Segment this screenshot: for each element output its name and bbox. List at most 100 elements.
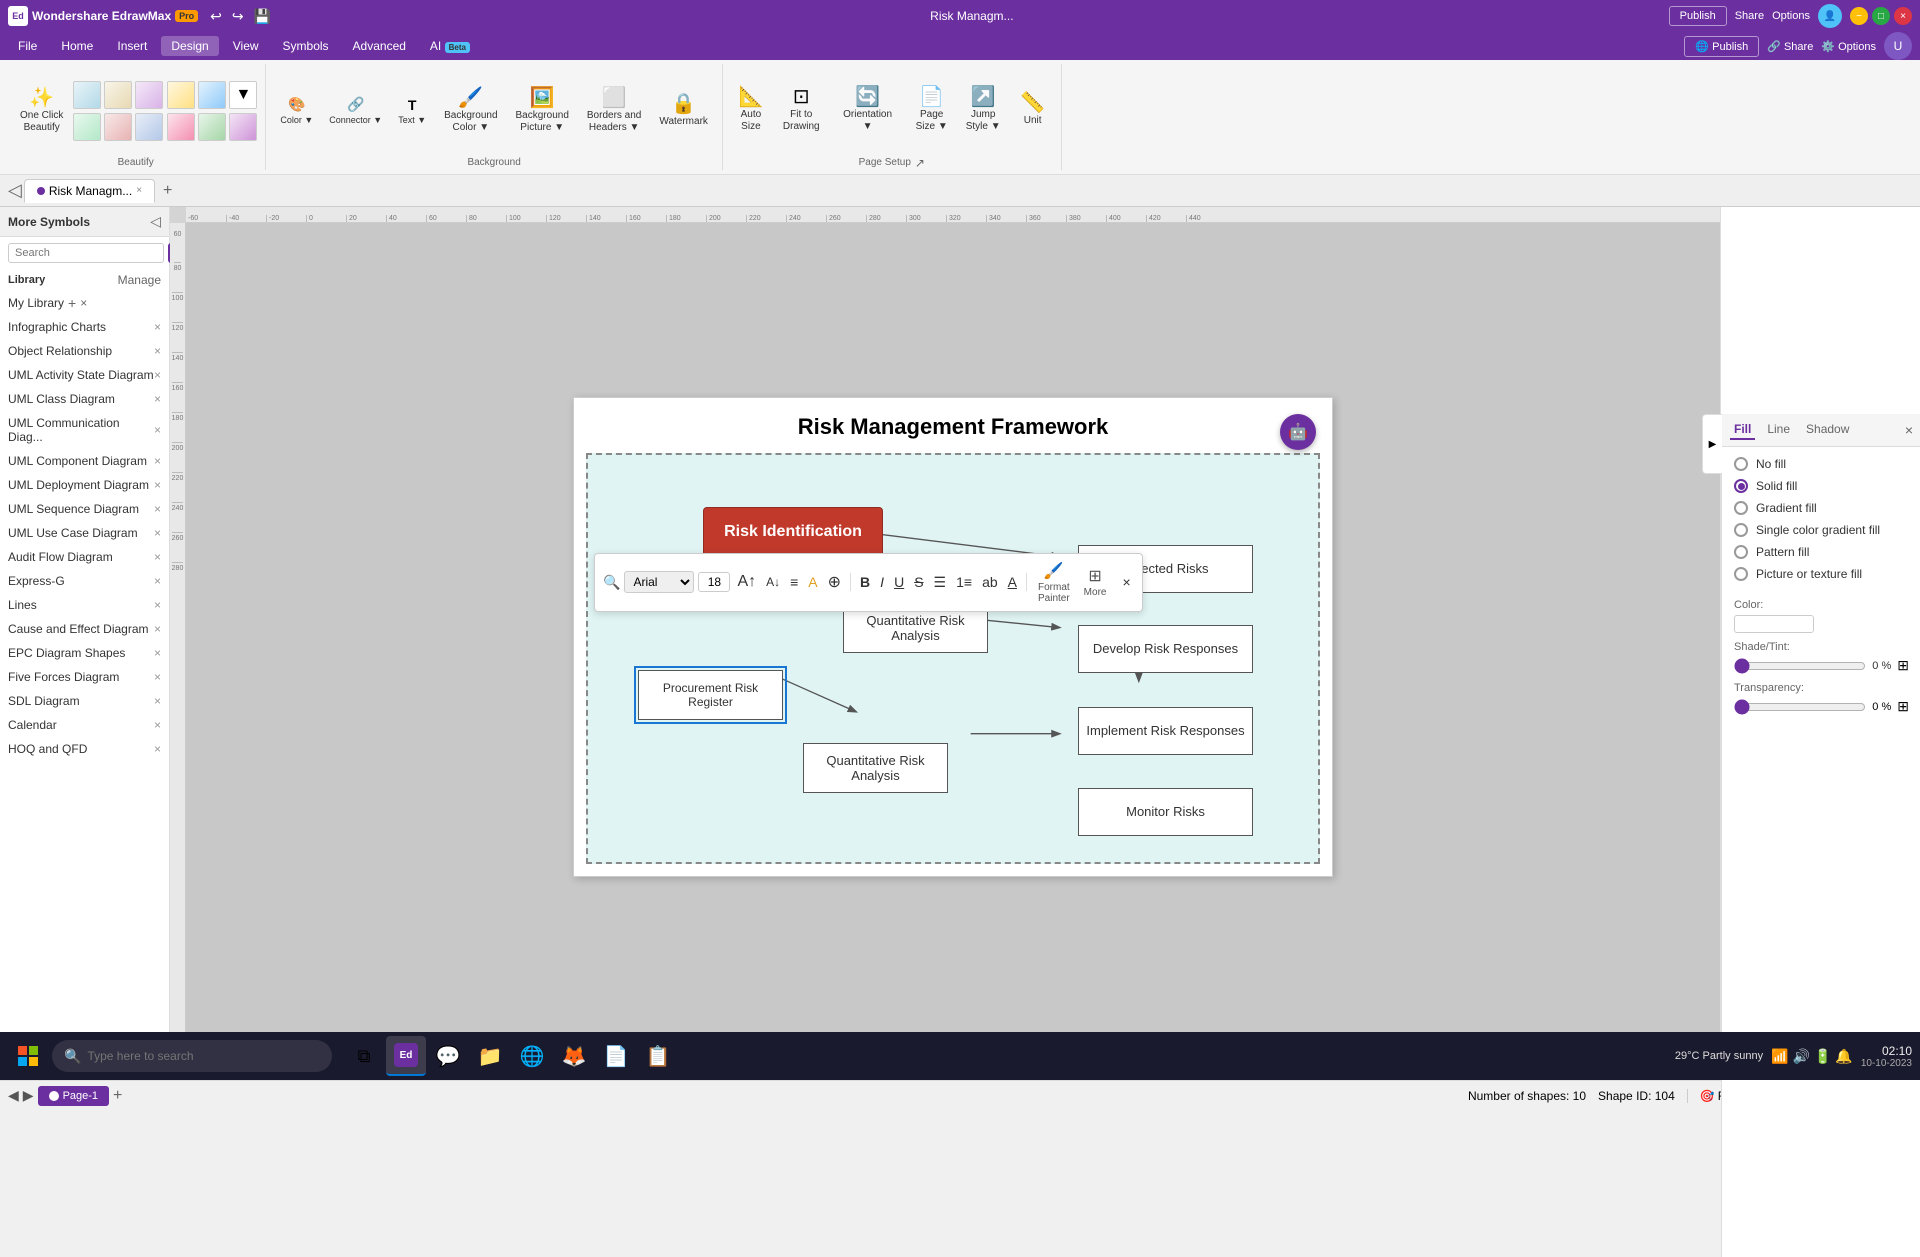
sidebar-item-uml-comp[interactable]: UML Component Diagram × — [0, 449, 169, 473]
ab-button[interactable]: ab — [979, 572, 1001, 592]
add-page-button[interactable]: + — [113, 1087, 122, 1105]
sidebar-item-infographic[interactable]: Infographic Charts × — [0, 315, 169, 339]
color-value-input[interactable] — [1734, 615, 1814, 633]
page-nav-left[interactable]: ◀ — [8, 1087, 19, 1104]
sidebar-item-close[interactable]: × — [154, 598, 161, 612]
taskbar-search-input[interactable] — [87, 1049, 287, 1063]
no-fill-option[interactable]: No fill — [1734, 457, 1909, 471]
sidebar-item-close[interactable]: × — [154, 622, 161, 636]
theme-preset-6[interactable] — [135, 113, 163, 141]
canvas[interactable]: Risk Management Framework — [186, 223, 1720, 1050]
gradient-fill-radio[interactable] — [1734, 501, 1748, 515]
theme-preset-1[interactable] — [73, 81, 101, 109]
no-fill-radio[interactable] — [1734, 457, 1748, 471]
theme-preset-3[interactable] — [135, 81, 163, 109]
start-button[interactable] — [8, 1036, 48, 1076]
fit-to-drawing-button[interactable]: ⊡ Fit toDrawing — [777, 83, 826, 137]
right-panel-close-button[interactable]: × — [1905, 422, 1913, 438]
sidebar-item-hoq[interactable]: HOQ and QFD × — [0, 737, 169, 761]
page-setup-expand[interactable]: ↗ — [915, 156, 925, 170]
minimize-button[interactable]: − — [1850, 7, 1868, 25]
shape-risk-identification[interactable]: Risk Identification — [703, 507, 883, 557]
transparency-expand-button[interactable]: ⊞ — [1897, 698, 1909, 715]
undo-button[interactable]: ↩ — [206, 6, 226, 27]
publish-btn-menu[interactable]: 🌐 Publish — [1684, 36, 1759, 57]
transparency-slider[interactable] — [1734, 699, 1866, 715]
close-button[interactable]: × — [1894, 7, 1912, 25]
menu-file[interactable]: File — [8, 36, 47, 56]
font-family-select[interactable]: Arial — [624, 571, 694, 593]
fill-tab[interactable]: Fill — [1730, 420, 1755, 440]
sidebar-item-close[interactable]: × — [154, 526, 161, 540]
manage-library-button[interactable]: Manage — [118, 273, 161, 287]
gradient-fill-option[interactable]: Gradient fill — [1734, 501, 1909, 515]
canvas-area[interactable]: -60 -40 -20 0 20 40 60 80 100 120 140 16… — [170, 207, 1720, 1050]
sidebar-item-close[interactable]: × — [154, 423, 161, 437]
auto-size-button[interactable]: 📐 AutoSize — [731, 83, 771, 137]
align-button[interactable]: ≡ — [787, 572, 801, 592]
user-avatar-menu[interactable]: U — [1884, 32, 1912, 60]
text-button[interactable]: T Text ▼ — [392, 92, 432, 129]
theme-preset-11[interactable] — [229, 113, 257, 141]
menu-home[interactable]: Home — [51, 36, 103, 56]
sidebar-item-close[interactable]: × — [154, 478, 161, 492]
tray-battery-icon[interactable]: 🔋 — [1814, 1048, 1831, 1065]
sidebar-collapse-button[interactable]: ◁ — [8, 180, 22, 201]
menu-symbols[interactable]: Symbols — [273, 36, 339, 56]
italic-button[interactable]: I — [877, 572, 887, 592]
pattern-fill-radio[interactable] — [1734, 545, 1748, 559]
sidebar-item-object-rel[interactable]: Object Relationship × — [0, 339, 169, 363]
sidebar-item-close[interactable]: × — [154, 344, 161, 358]
ai-assistant-button[interactable]: 🤖 — [1280, 414, 1316, 450]
taskview-button[interactable]: ⧉ — [344, 1036, 384, 1076]
my-library-add-button[interactable]: + — [68, 295, 76, 311]
unit-button[interactable]: 📏 Unit — [1013, 89, 1053, 131]
my-library-row[interactable]: My Library + × — [0, 291, 169, 315]
shade-slider[interactable] — [1734, 658, 1866, 674]
shape-develop-risk[interactable]: Develop Risk Responses — [1078, 625, 1253, 673]
menu-ai[interactable]: AI Beta — [420, 36, 480, 56]
sidebar-item-close[interactable]: × — [154, 574, 161, 588]
theme-preset-8[interactable] — [198, 81, 226, 109]
shadow-tab[interactable]: Shadow — [1802, 420, 1853, 440]
taskbar-word[interactable]: 📄 — [596, 1036, 636, 1076]
sidebar-item-uml-class[interactable]: UML Class Diagram × — [0, 387, 169, 411]
sidebar-item-uml-activity[interactable]: UML Activity State Diagram × — [0, 363, 169, 387]
highlight-button[interactable]: A — [805, 572, 820, 592]
sidebar-item-close[interactable]: × — [154, 694, 161, 708]
background-color-button[interactable]: 🖌️ BackgroundColor ▼ — [438, 84, 503, 138]
sidebar-item-close[interactable]: × — [154, 502, 161, 516]
sidebar-item-close[interactable]: × — [154, 550, 161, 564]
sidebar-item-close[interactable]: × — [154, 670, 161, 684]
list-button[interactable]: ☰ — [931, 572, 950, 593]
background-picture-button[interactable]: 🖼️ BackgroundPicture ▼ — [510, 84, 575, 138]
taskbar-firefox[interactable]: 🦊 — [554, 1036, 594, 1076]
share-btn-menu[interactable]: 🔗 Share — [1767, 40, 1813, 53]
options-button[interactable]: Options — [1772, 10, 1810, 22]
tab-close-button[interactable]: × — [136, 185, 142, 196]
drawing-area[interactable]: Risk Management Framework — [573, 397, 1333, 877]
taskbar-explorer[interactable]: 📁 — [470, 1036, 510, 1076]
single-gradient-radio[interactable] — [1734, 523, 1748, 537]
page-tab-1[interactable]: Page-1 — [38, 1086, 109, 1106]
line-tab[interactable]: Line — [1763, 420, 1794, 440]
sidebar-item-audit[interactable]: Audit Flow Diagram × — [0, 545, 169, 569]
system-clock[interactable]: 02:10 10-10-2023 — [1861, 1044, 1912, 1069]
menu-insert[interactable]: Insert — [107, 36, 157, 56]
format-painter-tool[interactable]: 🖌️ FormatPainter — [1033, 558, 1075, 607]
sidebar-item-five-forces[interactable]: Five Forces Diagram × — [0, 665, 169, 689]
more-tool[interactable]: ⊞ More — [1079, 563, 1112, 601]
page-nav-right[interactable]: ▶ — [23, 1087, 34, 1104]
menu-design[interactable]: Design — [161, 36, 218, 56]
toolbar-close-button[interactable]: × — [1119, 572, 1133, 592]
taskbar-chat[interactable]: 💬 — [428, 1036, 468, 1076]
taskbar-edrawmax[interactable]: Ed — [386, 1036, 426, 1076]
share-button[interactable]: Share — [1735, 10, 1764, 22]
taskbar-notes[interactable]: 📋 — [638, 1036, 678, 1076]
sidebar-item-close[interactable]: × — [154, 646, 161, 660]
sidebar-item-close[interactable]: × — [154, 320, 161, 334]
sidebar-item-epc[interactable]: EPC Diagram Shapes × — [0, 641, 169, 665]
picture-fill-option[interactable]: Picture or texture fill — [1734, 567, 1909, 581]
add-tab-button[interactable]: + — [157, 180, 178, 202]
theme-preset-2[interactable] — [104, 81, 132, 109]
